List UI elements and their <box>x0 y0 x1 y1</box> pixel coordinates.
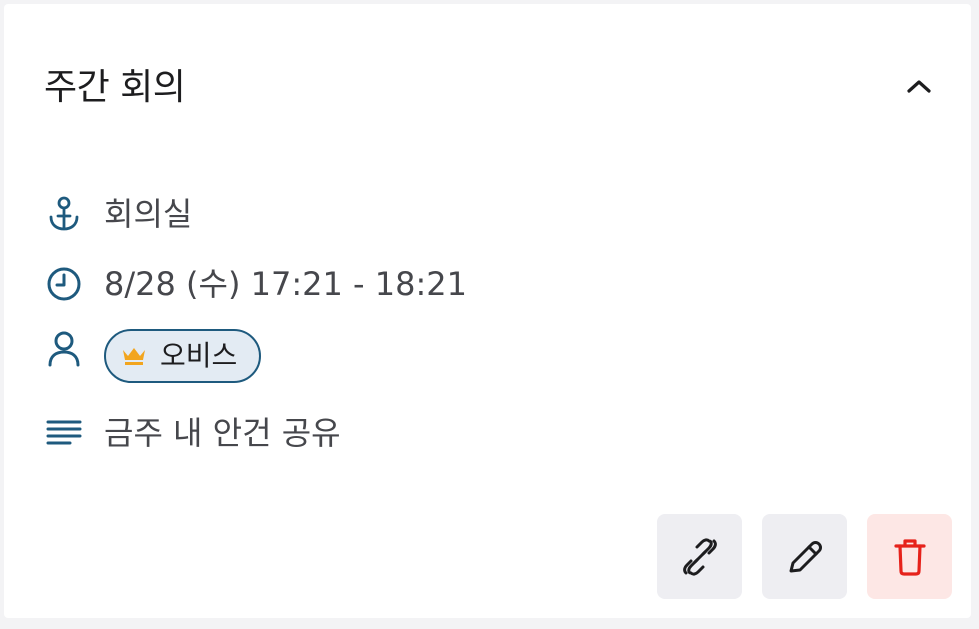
attendee-name: 오비스 <box>160 339 238 372</box>
attendee-chip[interactable]: 오비스 <box>104 329 262 383</box>
event-title: 주간 회의 <box>44 67 186 108</box>
person-icon <box>44 329 84 369</box>
datetime-text: 8/28 (수) 17:21 - 18:21 <box>104 265 467 303</box>
attendees-row: 오비스 <box>44 329 262 383</box>
location-text: 회의실 <box>104 195 193 233</box>
time-row: 8/28 (수) 17:21 - 18:21 <box>44 264 467 304</box>
description-text: 금주 내 안건 공유 <box>104 414 341 452</box>
location-row: 회의실 <box>44 194 192 234</box>
edit-button[interactable] <box>762 514 847 599</box>
trash-icon <box>893 538 926 576</box>
description-row: 금주 내 안건 공유 <box>44 413 341 453</box>
pencil-icon <box>789 540 822 572</box>
crown-icon <box>120 345 148 367</box>
chevron-up-icon <box>907 80 931 93</box>
delete-button[interactable] <box>867 514 952 599</box>
link-icon <box>682 537 717 576</box>
collapse-button[interactable] <box>899 66 939 106</box>
anchor-icon <box>44 194 84 234</box>
copy-link-button[interactable] <box>657 514 742 599</box>
clock-icon <box>44 264 84 304</box>
text-lines-icon <box>44 413 84 453</box>
event-card: 주간 회의 회의실 8/28 (수) 17:21 - 18:21 오비스 금주 … <box>4 4 971 618</box>
